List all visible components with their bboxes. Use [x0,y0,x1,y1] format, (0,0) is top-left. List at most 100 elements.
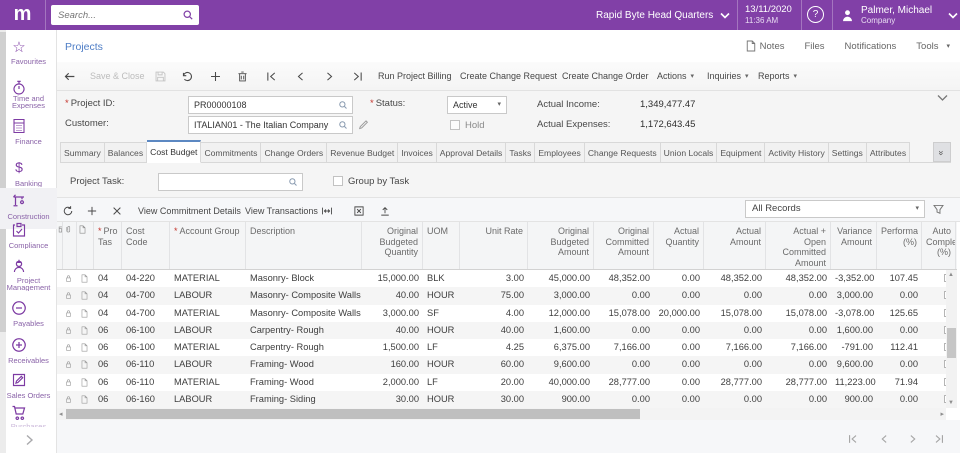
cell[interactable]: 30.00 [460,391,528,408]
tools-button[interactable]: Tools ▾ [916,41,950,52]
column-header-uom[interactable]: UOM [423,222,460,269]
cell[interactable]: 3,000.00 [528,287,594,304]
grid-row[interactable]: 06 06-160 LABOUR Framing- Siding 30.00 HOUR 30… [57,390,952,408]
page-last-icon[interactable] [933,433,945,445]
sidebar-expand-button[interactable] [22,433,36,447]
prev-button[interactable] [294,62,307,90]
note-icon[interactable] [80,274,89,283]
cell[interactable]: 4.25 [460,339,528,356]
cell[interactable]: 0.00 [704,287,766,304]
tab-change-orders[interactable]: Change Orders [261,142,328,163]
tab-attributes[interactable]: Attributes [866,142,911,163]
note-icon[interactable] [80,326,89,335]
cell[interactable]: 9,600.00 [528,356,594,373]
cell[interactable]: 0.00 [877,391,922,408]
tab-union-locals[interactable]: Union Locals [660,142,718,163]
cell[interactable]: 40,000.00 [528,374,594,391]
vertical-scrollbar[interactable]: ▲ ▼ [946,270,957,408]
column-header-original-budgeted-amount[interactable]: Original Budgeted Amount [528,222,594,269]
scroll-up-icon[interactable]: ▲ [948,272,954,278]
cell[interactable]: 900.00 [528,391,594,408]
user-menu[interactable]: Palmer, Michael Company [840,0,958,30]
cell[interactable]: 06-110 [122,356,170,373]
column-header-paperclip[interactable] [63,222,77,269]
cell[interactable]: 7,166.00 [704,339,766,356]
column-header-variance-amount[interactable]: Variance Amount [831,222,877,269]
cell[interactable]: 6,375.00 [528,339,594,356]
export-excel-button[interactable] [353,199,365,222]
cell[interactable]: 06-100 [122,322,170,339]
column-header-auto-complete-[interactable]: Auto Complete (%) [922,222,956,269]
grid-row[interactable]: 06 06-110 LABOUR Framing- Wood 160.00 HOUR 60.… [57,356,952,374]
project-task-field[interactable] [158,173,303,191]
cell[interactable]: 0.00 [594,322,654,339]
cell[interactable]: MATERIAL [170,339,246,356]
column-header-cost-code[interactable]: Cost Code [122,222,170,269]
cell[interactable]: Carpentry- Rough [246,339,362,356]
tab-commitments[interactable]: Commitments [201,142,262,163]
cell[interactable]: 0.00 [766,391,831,408]
last-button[interactable] [351,62,364,90]
notes-button[interactable]: Notes [746,40,784,52]
help-button[interactable]: ? [807,6,824,23]
cell[interactable]: 0.00 [654,287,704,304]
reports-button[interactable]: Reports ▾ [758,62,797,90]
cell[interactable]: -3,352.00 [831,270,877,287]
cell[interactable]: 04-700 [122,305,170,322]
cell[interactable]: 71.94 [877,374,922,391]
cell[interactable]: 0.00 [766,287,831,304]
back-button[interactable] [63,62,76,90]
cell[interactable]: 15,000.00 [362,270,423,287]
status-select[interactable]: Active ▾ [447,96,507,114]
cell[interactable]: BLK [423,270,460,287]
group-by-task-checkbox[interactable] [333,176,343,186]
tab-overflow-button[interactable]: » [933,142,951,162]
cell[interactable]: 3.00 [460,270,528,287]
page-next-icon[interactable] [907,433,919,445]
cell[interactable]: 06 [94,339,122,356]
create-change-order-button[interactable]: Create Change Order [562,62,649,90]
cell[interactable]: LF [423,374,460,391]
note-icon[interactable] [80,378,89,387]
tab-approval-details[interactable]: Approval Details [436,142,507,163]
cell[interactable]: 0.00 [654,374,704,391]
notifications-button[interactable]: Notifications [845,41,897,52]
cell[interactable]: 06-160 [122,391,170,408]
collapse-form-icon[interactable] [937,94,948,102]
column-header-description[interactable]: Description [246,222,362,269]
add-row-button[interactable] [86,199,98,222]
cell[interactable]: LABOUR [170,356,246,373]
page-prev-icon[interactable] [878,433,890,445]
cell[interactable]: 4.00 [460,305,528,322]
cell[interactable]: Masonry- Composite Walls [246,287,362,304]
note-icon[interactable] [80,395,89,404]
cell[interactable]: 20,000.00 [654,305,704,322]
scroll-down-icon[interactable]: ▼ [948,400,954,406]
branch-selector[interactable]: Rapid Byte Head Quarters [596,0,730,30]
cell[interactable]: -3,078.00 [831,305,877,322]
cell[interactable]: 04 [94,305,122,322]
cell[interactable]: 04-700 [122,287,170,304]
cell[interactable]: 0.00 [704,356,766,373]
scroll-right-icon[interactable]: ▸ [940,410,944,418]
actions-button[interactable]: Actions ▾ [657,62,694,90]
column-header-actual-amount[interactable]: Actual Amount [704,222,766,269]
cell[interactable]: Carpentry- Rough [246,322,362,339]
lookup-icon[interactable] [338,100,348,110]
inquiries-button[interactable]: Inquiries ▾ [707,62,749,90]
column-header-original-committed-amount[interactable]: Original Committed Amount [594,222,654,269]
note-icon[interactable] [80,360,89,369]
cell[interactable]: 107.45 [877,270,922,287]
cell[interactable]: 48,352.00 [766,270,831,287]
cell[interactable]: 28,777.00 [704,374,766,391]
cell[interactable]: 06 [94,374,122,391]
cell[interactable]: 1,600.00 [831,322,877,339]
cell[interactable]: 0.00 [594,287,654,304]
cell[interactable]: 0.00 [877,287,922,304]
cell[interactable]: LABOUR [170,391,246,408]
cell[interactable]: 0.00 [877,322,922,339]
cell[interactable]: 06 [94,391,122,408]
cell[interactable]: 0.00 [654,270,704,287]
cell[interactable]: MATERIAL [170,270,246,287]
grid-row[interactable]: 04 04-220 MATERIAL Masonry- Block 15,000.00 B… [57,270,952,287]
